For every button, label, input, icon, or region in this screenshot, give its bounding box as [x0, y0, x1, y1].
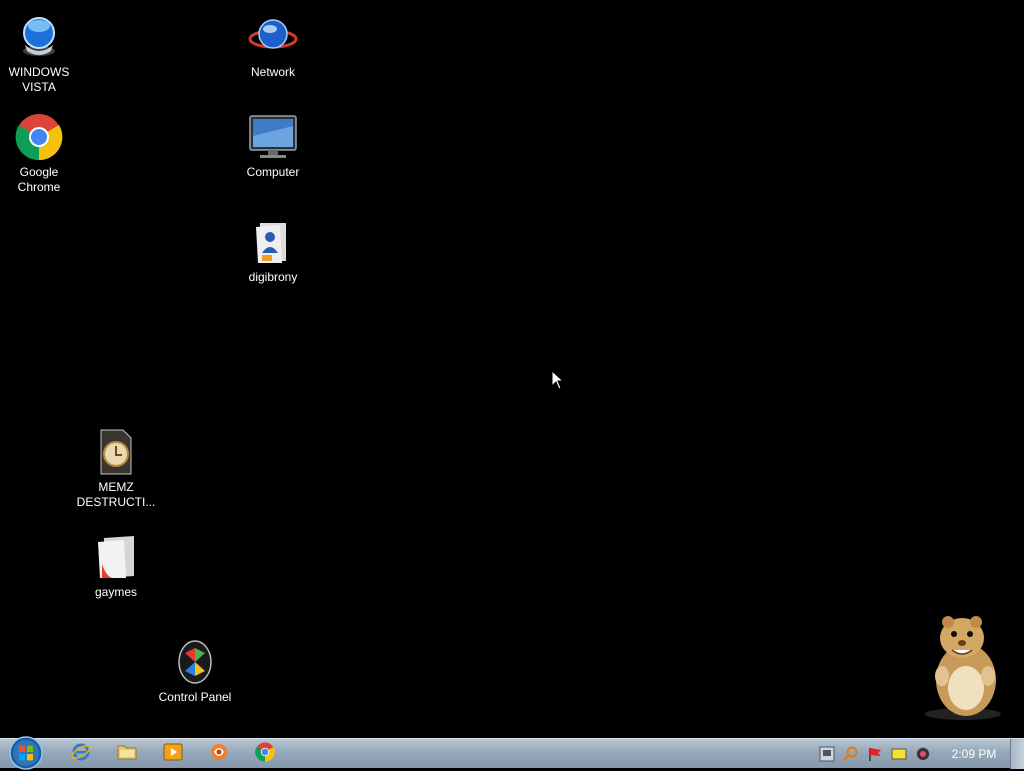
desktop-icon-computer[interactable]: Computer — [231, 112, 315, 180]
icon-label: Google Chrome — [17, 165, 61, 194]
desktop-icon-gaymes[interactable]: gaymes — [74, 532, 158, 600]
taskbar: 2:09 PM — [0, 735, 1024, 771]
desktop-icon-network[interactable]: Network — [231, 12, 315, 80]
volume-icon[interactable] — [914, 745, 932, 763]
show-desktop-button[interactable] — [1010, 739, 1024, 769]
search-tray-icon[interactable] — [842, 745, 860, 763]
internet-explorer-icon — [71, 742, 91, 767]
chrome-icon — [255, 741, 275, 767]
icon-label: MEMZ DESTRUCTI... — [76, 480, 156, 509]
icon-label: WINDOWS VISTA — [8, 65, 70, 94]
desktop-icon-digibrony[interactable]: digibrony — [231, 217, 315, 285]
mouse-cursor-icon — [551, 369, 565, 395]
display-tray-icon[interactable] — [890, 745, 908, 763]
hamster-desktop-pet[interactable] — [908, 610, 1008, 727]
icon-label: gaymes — [94, 585, 138, 599]
desktop-icon-google-chrome[interactable]: Google Chrome — [0, 112, 81, 195]
network-tray-icon[interactable] — [818, 745, 836, 763]
chrome-icon — [14, 112, 64, 162]
start-button[interactable] — [6, 735, 46, 771]
memz-file-icon — [91, 427, 141, 477]
user-folder-icon — [248, 217, 298, 267]
desktop[interactable]: WINDOWS VISTA Google Chrome Network Comp… — [0, 0, 1024, 738]
icon-label: Control Panel — [158, 690, 232, 704]
desktop-icon-control-panel[interactable]: Control Panel — [153, 637, 237, 705]
flag-icon[interactable] — [866, 745, 884, 763]
network-globe-icon — [248, 12, 298, 62]
icon-label: digibrony — [248, 270, 298, 284]
icon-label: Network — [250, 65, 295, 79]
folder-icon — [91, 532, 141, 582]
computer-monitor-icon — [248, 112, 298, 162]
icon-label: Computer — [246, 165, 300, 179]
app-icon — [209, 742, 229, 767]
desktop-icon-memz[interactable]: MEMZ DESTRUCTI... — [74, 427, 158, 510]
taskbar-file-explorer-button[interactable] — [110, 741, 144, 767]
taskbar-clock[interactable]: 2:09 PM — [945, 739, 1003, 769]
media-player-icon — [163, 743, 183, 766]
taskbar-media-player-button[interactable] — [156, 741, 190, 767]
taskbar-chrome-button[interactable] — [248, 741, 282, 767]
folder-icon — [117, 743, 137, 766]
taskbar-app-button[interactable] — [202, 741, 236, 767]
taskbar-internet-explorer-button[interactable] — [64, 741, 98, 767]
windows-vista-orb-icon — [14, 12, 64, 62]
control-panel-icon — [170, 637, 220, 687]
desktop-icon-windows-vista[interactable]: WINDOWS VISTA — [0, 12, 81, 95]
